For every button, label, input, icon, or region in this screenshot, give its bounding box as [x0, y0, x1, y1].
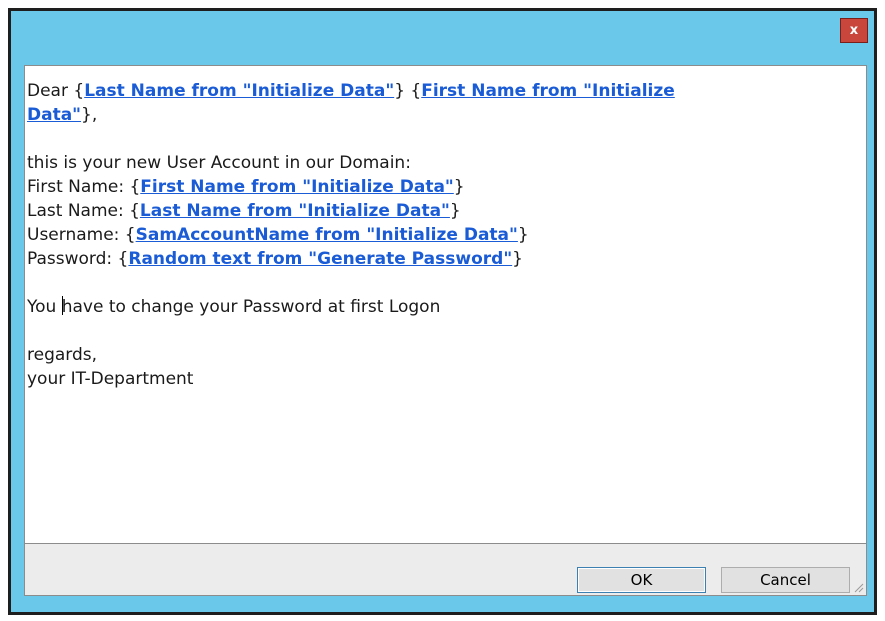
change-password-line: You have to change your Password at firs…: [27, 295, 866, 319]
close-brace: }: [449, 201, 461, 221]
username-label: Username: {: [27, 225, 136, 245]
last-name-token[interactable]: Last Name from "Initialize Data": [84, 81, 394, 101]
close-button[interactable]: x: [840, 18, 868, 43]
close-brace: }: [517, 225, 529, 245]
password-label: Password: {: [27, 249, 129, 269]
first-name-token-cont[interactable]: Data": [27, 105, 81, 125]
greeting-line-1: Dear {Last Name from "Initialize Data"} …: [27, 79, 866, 103]
greeting-text: Dear {: [27, 81, 85, 101]
ok-button[interactable]: OK: [577, 567, 706, 593]
first-name-token[interactable]: First Name from "Initialize Data": [140, 177, 454, 197]
first-name-line: First Name: {First Name from "Initialize…: [27, 175, 866, 199]
change-password-text-end: have to change your Password at first Lo…: [61, 297, 441, 317]
close-brace: }: [453, 177, 465, 197]
last-name-label: Last Name: {: [27, 201, 140, 221]
close-icon: x: [849, 23, 859, 38]
dialog-window: x Dear {Last Name from "Initialize Data"…: [8, 8, 877, 615]
cancel-button[interactable]: Cancel: [721, 567, 850, 593]
samaccountname-token[interactable]: SamAccountName from "Initialize Data": [136, 225, 518, 245]
regards-line: regards,: [27, 345, 98, 365]
random-password-token[interactable]: Random text from "Generate Password": [128, 249, 512, 269]
change-password-text-start: You: [27, 297, 62, 317]
brace-text: } {: [394, 81, 422, 101]
first-name-token[interactable]: First Name from "Initialize: [421, 81, 675, 101]
first-name-label: First Name: {: [27, 177, 141, 197]
last-name-token[interactable]: Last Name from "Initialize Data": [140, 201, 450, 221]
last-name-line: Last Name: {Last Name from "Initialize D…: [27, 199, 866, 223]
button-bar: OK Cancel: [24, 544, 867, 596]
account-intro-line: this is your new User Account in our Dom…: [27, 153, 411, 173]
username-line: Username: {SamAccountName from "Initiali…: [27, 223, 866, 247]
signature-line: your IT-Department: [27, 369, 194, 389]
brace-comma-text: },: [81, 105, 98, 125]
close-brace: }: [512, 249, 523, 269]
password-line: Password: {Random text from "Generate Pa…: [27, 247, 866, 271]
resize-grip-icon[interactable]: [852, 581, 864, 593]
message-editor[interactable]: Dear {Last Name from "Initialize Data"} …: [24, 65, 867, 544]
greeting-line-2: Data"},: [27, 103, 866, 127]
